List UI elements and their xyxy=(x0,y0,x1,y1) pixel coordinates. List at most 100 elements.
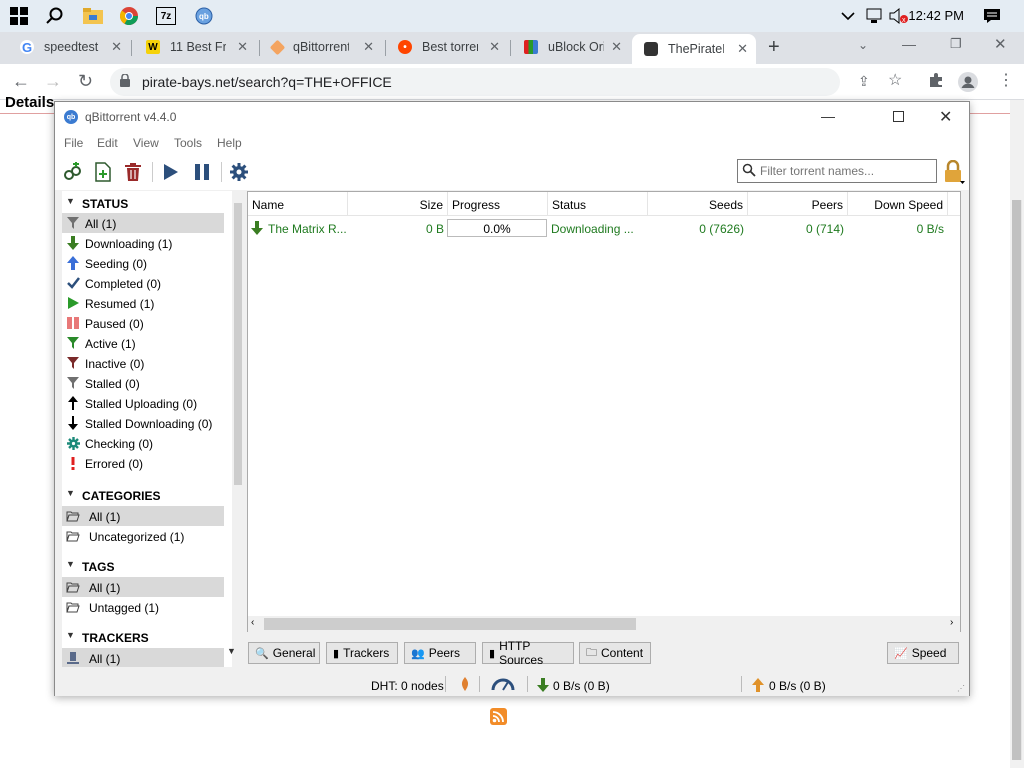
tags-section-header[interactable]: ▼ TAGS xyxy=(62,556,232,576)
extensions-icon[interactable] xyxy=(928,72,944,91)
speed-limits-icon[interactable] xyxy=(491,677,515,694)
browser-tab[interactable]: G speedtest - ✕ xyxy=(8,32,130,62)
notification-icon[interactable] xyxy=(981,5,1003,27)
column-status[interactable]: Status xyxy=(548,192,648,216)
status-item-paused[interactable]: Paused (0) xyxy=(62,313,224,333)
tab-peers[interactable]: 👥 Peers xyxy=(404,642,476,664)
menu-file[interactable]: File xyxy=(64,136,83,150)
menu-tools[interactable]: Tools xyxy=(174,136,202,150)
profile-avatar[interactable] xyxy=(958,72,978,95)
collapse-icon[interactable]: ▼ xyxy=(66,488,75,498)
qb-title-bar[interactable]: qb qBittorrent v4.4.0 — ✕ xyxy=(55,102,969,132)
chevron-up-icon[interactable] xyxy=(840,5,856,27)
menu-view[interactable]: View xyxy=(133,136,159,150)
status-item-stalled-uploading[interactable]: Stalled Uploading (0) xyxy=(62,393,224,413)
categories-section-header[interactable]: ▼ CATEGORIES xyxy=(62,485,232,505)
delete-torrent-icon[interactable] xyxy=(123,162,143,182)
column-name[interactable]: Name xyxy=(248,192,348,216)
status-item-inactive[interactable]: Inactive (0) xyxy=(62,353,224,373)
column-seeds[interactable]: Seeds xyxy=(648,192,748,216)
minimize-browser-icon[interactable]: — xyxy=(902,36,916,52)
options-gear-icon[interactable] xyxy=(229,162,249,182)
qb-maximize-icon[interactable] xyxy=(893,109,904,125)
category-item-uncategorized[interactable]: Uncategorized (1) xyxy=(62,526,224,546)
collapse-icon[interactable]: ▼ xyxy=(66,630,75,640)
tab-search-icon[interactable]: ⌄ xyxy=(858,38,868,52)
scroll-right-icon[interactable]: › xyxy=(950,617,953,628)
download-speed-text[interactable]: 0 B/s (0 B) xyxy=(553,679,610,693)
close-tab-icon[interactable]: ✕ xyxy=(363,39,374,55)
close-tab-icon[interactable]: ✕ xyxy=(489,39,500,55)
status-item-errored[interactable]: Errored (0) xyxy=(62,453,224,473)
restore-browser-icon[interactable]: ❐ xyxy=(950,36,962,52)
bookmark-star-icon[interactable]: ☆ xyxy=(888,72,902,90)
menu-help[interactable]: Help xyxy=(217,136,242,150)
qb-close-icon[interactable]: ✕ xyxy=(939,107,952,127)
page-scrollbar[interactable] xyxy=(1010,100,1024,768)
collapse-icon[interactable]: ▼ xyxy=(66,559,75,569)
browser-tab[interactable]: • Best torren ✕ xyxy=(386,32,508,62)
browser-tab-active[interactable]: ThePirateB ✕ xyxy=(632,34,756,64)
trackers-section-header[interactable]: ▼ TRACKERS xyxy=(62,627,232,647)
speed-button[interactable]: 📈 Speed xyxy=(887,642,959,664)
pause-icon[interactable] xyxy=(192,162,212,182)
status-item-completed[interactable]: Completed (0) xyxy=(62,273,224,293)
close-tab-icon[interactable]: ✕ xyxy=(111,39,122,55)
volume-muted-icon[interactable]: x xyxy=(888,5,910,27)
close-tab-icon[interactable]: ✕ xyxy=(737,41,748,57)
column-size[interactable]: Size xyxy=(348,192,448,216)
tab-content[interactable]: 🗀 Content xyxy=(579,642,651,664)
status-item-seeding[interactable]: Seeding (0) xyxy=(62,253,224,273)
browser-tab[interactable]: uBlock Orig ✕ xyxy=(512,32,630,62)
filter-torrents-input[interactable] xyxy=(760,163,930,179)
tag-item-all[interactable]: All (1) xyxy=(62,577,224,597)
taskbar-clock[interactable]: 12:42 PM xyxy=(908,8,964,23)
sidebar-scroll-down-icon[interactable]: ▼ xyxy=(227,646,236,656)
network-icon[interactable] xyxy=(864,5,886,27)
status-item-all[interactable]: All (1) xyxy=(62,213,224,233)
share-icon[interactable]: ⇪ xyxy=(858,73,870,90)
qbittorrent-icon[interactable]: qb xyxy=(193,5,215,27)
filter-torrents-field[interactable] xyxy=(737,159,937,183)
search-icon[interactable] xyxy=(44,5,66,27)
lock-icon[interactable] xyxy=(120,73,130,90)
address-bar[interactable]: pirate-bays.net/search?q=THE+OFFICE ⇪ xyxy=(110,68,870,96)
upload-speed-text[interactable]: 0 B/s (0 B) xyxy=(769,679,826,693)
sidebar-scrollbar[interactable] xyxy=(232,191,242,667)
scroll-left-icon[interactable]: ‹ xyxy=(251,617,254,628)
tracker-item-all[interactable]: All (1) xyxy=(62,648,224,667)
reload-icon[interactable]: ↻ xyxy=(78,72,93,90)
back-icon[interactable]: ← xyxy=(12,72,30,90)
status-item-stalled[interactable]: Stalled (0) xyxy=(62,373,224,393)
menu-edit[interactable]: Edit xyxy=(97,136,118,150)
7zip-icon[interactable]: 7z xyxy=(156,7,176,25)
lock-ui-icon[interactable] xyxy=(943,159,965,187)
status-item-active[interactable]: Active (1) xyxy=(62,333,224,353)
status-section-header[interactable]: ▼ STATUS xyxy=(62,193,232,213)
status-item-checking[interactable]: Checking (0) xyxy=(62,433,224,453)
rss-icon[interactable] xyxy=(490,708,507,725)
column-progress[interactable]: Progress xyxy=(448,192,548,216)
chrome-icon[interactable] xyxy=(118,5,140,27)
close-browser-icon[interactable]: ✕ xyxy=(994,35,1007,53)
add-torrent-link-icon[interactable] xyxy=(63,162,83,182)
browser-tab[interactable]: qBittorrent ✕ xyxy=(260,32,382,62)
close-tab-icon[interactable]: ✕ xyxy=(237,39,248,55)
tab-general[interactable]: 🔍 General xyxy=(248,642,320,664)
column-down-speed[interactable]: Down Speed xyxy=(848,192,948,216)
connection-status-icon[interactable] xyxy=(459,676,471,695)
close-tab-icon[interactable]: ✕ xyxy=(611,39,622,55)
column-peers[interactable]: Peers xyxy=(748,192,848,216)
tab-trackers[interactable]: ▮ Trackers xyxy=(326,642,398,664)
file-explorer-icon[interactable] xyxy=(82,5,104,27)
status-item-downloading[interactable]: Downloading (1) xyxy=(62,233,224,253)
tag-item-untagged[interactable]: Untagged (1) xyxy=(62,597,224,617)
forward-icon[interactable]: → xyxy=(44,72,62,90)
collapse-icon[interactable]: ▼ xyxy=(66,196,75,206)
resume-icon[interactable] xyxy=(161,162,181,182)
tab-http-sources[interactable]: ▮ HTTP Sources xyxy=(482,639,574,667)
category-item-all[interactable]: All (1) xyxy=(62,506,224,526)
windows-start-icon[interactable] xyxy=(8,5,30,27)
table-horizontal-scrollbar[interactable]: ‹ › xyxy=(248,616,960,632)
status-item-resumed[interactable]: Resumed (1) xyxy=(62,293,224,313)
